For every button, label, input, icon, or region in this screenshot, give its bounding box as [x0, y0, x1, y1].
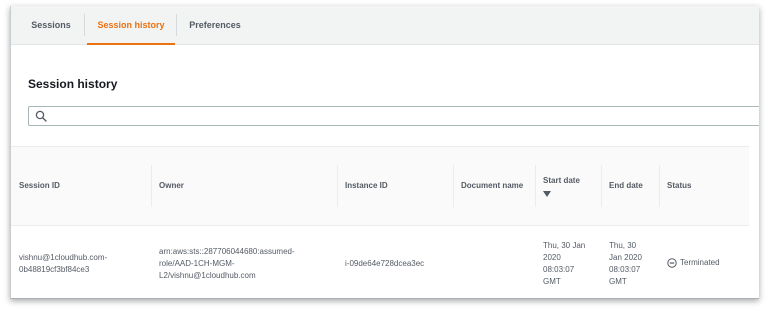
column-header-start-date[interactable]: Start date	[535, 146, 601, 226]
search-input[interactable]	[53, 108, 753, 124]
page-title: Session history	[28, 77, 118, 91]
column-header-status[interactable]: Status	[659, 146, 749, 226]
table-row[interactable]: vishnu@1cloudhub.com-0b48819cf3bf84ce3 a…	[11, 225, 749, 298]
column-header-owner[interactable]: Owner	[151, 146, 337, 226]
session-history-table: Session ID Owner Instance ID Document na…	[11, 146, 749, 298]
cell-status: Terminated	[659, 225, 749, 298]
tab-divider	[176, 14, 177, 36]
column-divider	[151, 165, 152, 207]
tab-content-gap	[11, 45, 759, 60]
cell-owner: arn:aws:sts::287706044680:assumed-role/A…	[151, 225, 337, 298]
column-label: Owner	[159, 181, 184, 190]
cell-end-date: Thu, 30 Jan 2020 08:03:07 GMT	[601, 225, 659, 298]
column-label: End date	[609, 181, 643, 190]
column-label: Instance ID	[345, 181, 388, 190]
column-divider	[601, 165, 602, 207]
column-label: Start date	[543, 176, 580, 185]
column-header-instance-id[interactable]: Instance ID	[337, 146, 453, 226]
status-badge: Terminated	[667, 257, 720, 269]
cell-session-id: vishnu@1cloudhub.com-0b48819cf3bf84ce3	[11, 225, 151, 298]
tab-sessions[interactable]: Sessions	[19, 6, 83, 44]
cell-document-name	[453, 225, 535, 298]
session-manager-panel: Sessions Session history Preferences Ses…	[10, 6, 759, 299]
column-divider	[659, 165, 660, 207]
column-header-document-name[interactable]: Document name	[453, 146, 535, 226]
column-label: Session ID	[19, 181, 60, 190]
column-divider	[535, 165, 536, 207]
search-bar[interactable]	[28, 106, 759, 126]
column-divider	[453, 165, 454, 207]
tab-divider	[84, 14, 85, 36]
column-divider	[337, 165, 338, 207]
table-header-row: Session ID Owner Instance ID Document na…	[11, 146, 749, 226]
cell-start-date: Thu, 30 Jan 2020 08:03:07 GMT	[535, 225, 601, 298]
terminated-icon	[667, 257, 677, 268]
column-header-end-date[interactable]: End date	[601, 146, 659, 226]
tab-bar: Sessions Session history Preferences	[11, 6, 759, 45]
status-label: Terminated	[680, 257, 720, 267]
tab-preferences[interactable]: Preferences	[179, 6, 251, 44]
search-icon	[35, 110, 47, 122]
column-label: Document name	[461, 181, 524, 190]
sort-descending-icon[interactable]	[543, 191, 551, 197]
column-label: Status	[667, 181, 692, 190]
tab-session-history[interactable]: Session history	[87, 6, 175, 45]
column-header-session-id[interactable]: Session ID	[11, 146, 151, 226]
cell-instance-id: i-09de64e728dcea3ec	[337, 225, 453, 298]
session-history-container: Session history Session ID Owner Instanc…	[11, 60, 759, 298]
